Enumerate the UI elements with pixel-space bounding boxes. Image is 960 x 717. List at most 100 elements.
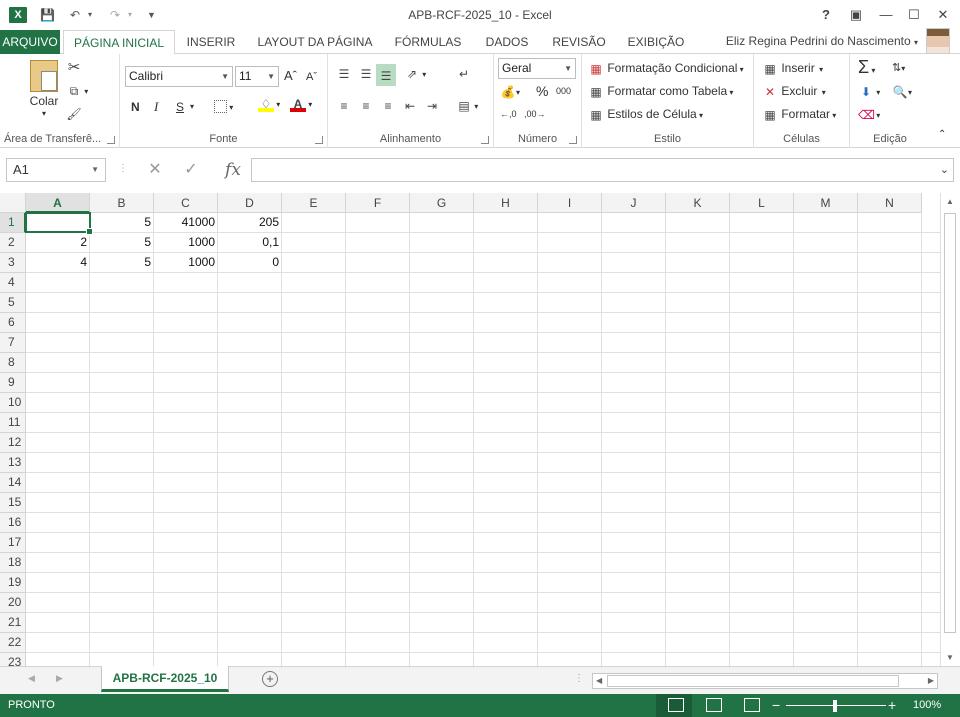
align-left-icon[interactable]: ≡ xyxy=(336,96,352,114)
tab-view[interactable]: EXIBIÇÃO xyxy=(620,30,692,54)
collapse-ribbon-icon[interactable]: ⌃ xyxy=(938,126,946,144)
underline-button[interactable]: S xyxy=(176,98,184,116)
zoom-out-icon[interactable]: − xyxy=(772,694,780,717)
column-header-h[interactable]: H xyxy=(474,193,538,213)
tab-insert[interactable]: INSERIR xyxy=(180,30,242,54)
alignment-launcher-icon[interactable] xyxy=(481,136,489,144)
format-cells-button[interactable]: ▦ Formatar ▾ xyxy=(762,105,836,125)
next-sheet-icon[interactable]: ▶ xyxy=(56,673,63,684)
copy-icon[interactable]: ⧉ ▾ xyxy=(66,81,89,101)
font-size-select[interactable]: 11 ▼ xyxy=(235,66,279,87)
row-header-15[interactable]: 15 xyxy=(0,493,26,513)
vertical-scrollbar[interactable]: ▲ ▼ xyxy=(940,193,960,666)
tab-split-icon[interactable]: ⋮ xyxy=(574,673,584,684)
autosum-icon[interactable]: Σ ▾ xyxy=(858,58,875,80)
cell-c2[interactable]: 1000 xyxy=(154,233,218,253)
font-launcher-icon[interactable] xyxy=(315,136,323,144)
close-icon[interactable]: ✕ xyxy=(932,5,954,25)
row-header-14[interactable]: 14 xyxy=(0,473,26,493)
align-middle-icon[interactable]: ☰ xyxy=(358,64,374,82)
zoom-level[interactable]: 100% xyxy=(913,694,941,717)
bold-button[interactable]: N xyxy=(131,98,140,116)
add-sheet-icon[interactable]: + xyxy=(262,671,278,687)
column-header-b[interactable]: B xyxy=(90,193,154,213)
minimize-icon[interactable]: — xyxy=(875,5,897,25)
align-center-icon[interactable]: ≡ xyxy=(358,96,374,114)
column-header-k[interactable]: K xyxy=(666,193,730,213)
find-select-icon[interactable]: 🔍▾ xyxy=(892,82,913,102)
column-header-l[interactable]: L xyxy=(730,193,794,213)
row-header-3[interactable]: 3 xyxy=(0,253,26,273)
scroll-right-icon[interactable]: ▶ xyxy=(928,676,934,685)
more-options-icon[interactable]: ⋮ xyxy=(118,163,128,174)
ribbon-display-icon[interactable]: ▣ xyxy=(845,5,867,25)
row-header-10[interactable]: 10 xyxy=(0,393,26,413)
conditional-formatting-button[interactable]: ▦ Formatação Condicional ▾ xyxy=(588,59,743,79)
align-right-icon[interactable]: ≡ xyxy=(380,96,396,114)
decrease-decimal-icon[interactable]: ,00→ xyxy=(524,105,546,123)
row-header-7[interactable]: 7 xyxy=(0,333,26,353)
enter-icon[interactable]: ✓ xyxy=(176,158,206,182)
cut-icon[interactable]: ✂ xyxy=(66,58,82,76)
cell-b3[interactable]: 5 xyxy=(90,253,154,273)
increase-indent-icon[interactable]: ⇥ xyxy=(424,96,440,114)
cell-c1[interactable]: 41000 xyxy=(154,213,218,233)
row-header-18[interactable]: 18 xyxy=(0,553,26,573)
scroll-down-icon[interactable]: ▼ xyxy=(946,653,954,662)
row-header-6[interactable]: 6 xyxy=(0,313,26,333)
clear-icon[interactable]: ⌫ ▾ xyxy=(858,105,880,125)
sort-filter-icon[interactable]: ⇅▾ xyxy=(892,59,905,78)
column-header-d[interactable]: D xyxy=(218,193,282,213)
sheet-tab-active[interactable]: APB-RCF-2025_10 xyxy=(101,666,229,692)
horizontal-scrollbar[interactable]: ◀ ▶ xyxy=(592,673,938,689)
zoom-in-icon[interactable]: + xyxy=(888,694,896,717)
worksheet-grid[interactable]: ABCDEFGHIJKLMN 1 2 3 4 5 6 7 8 9 10 11 12 13 14 15 16 17… xyxy=(0,193,940,666)
underline-dropdown-icon[interactable]: ▾ xyxy=(190,98,194,116)
grow-font-icon[interactable]: Aˆ xyxy=(284,67,297,85)
italic-button[interactable]: I xyxy=(154,98,158,116)
format-as-table-button[interactable]: ▦ Formatar como Tabela ▾ xyxy=(588,82,733,102)
fill-color-icon[interactable]: ♢ ▾ xyxy=(258,94,280,114)
column-header-f[interactable]: F xyxy=(346,193,410,213)
column-header-m[interactable]: M xyxy=(794,193,858,213)
row-header-4[interactable]: 4 xyxy=(0,273,26,293)
horizontal-scroll-thumb[interactable] xyxy=(607,675,899,687)
cell-d2[interactable]: 0,1 xyxy=(218,233,282,253)
percent-button[interactable]: % xyxy=(536,82,548,100)
cell-b2[interactable]: 5 xyxy=(90,233,154,253)
shrink-font-icon[interactable]: Aˇ xyxy=(306,68,317,86)
decrease-indent-icon[interactable]: ⇤ xyxy=(402,96,418,114)
prev-sheet-icon[interactable]: ◀ xyxy=(28,673,35,684)
column-header-i[interactable]: I xyxy=(538,193,602,213)
row-header-22[interactable]: 22 xyxy=(0,633,26,653)
clipboard-launcher-icon[interactable] xyxy=(107,136,115,144)
font-name-select[interactable]: Calibri ▼ xyxy=(125,66,233,87)
cell-d3[interactable]: 0 xyxy=(218,253,282,273)
cell-styles-button[interactable]: ▦ Estilos de Célula ▾ xyxy=(588,105,703,125)
tab-file[interactable]: ARQUIVO xyxy=(0,30,60,54)
number-launcher-icon[interactable] xyxy=(569,136,577,144)
paste-button[interactable]: Colar ▾ xyxy=(26,60,62,122)
normal-view-icon[interactable] xyxy=(668,698,684,712)
cell-b1[interactable]: 5 xyxy=(90,213,154,233)
cell-d1[interactable]: 205 xyxy=(218,213,282,233)
column-header-c[interactable]: C xyxy=(154,193,218,213)
user-name[interactable]: Eliz Regina Pedrini do Nascimento ▾ xyxy=(726,30,918,54)
row-header-21[interactable]: 21 xyxy=(0,613,26,633)
tab-home[interactable]: PÁGINA INICIAL xyxy=(63,30,175,55)
row-header-5[interactable]: 5 xyxy=(0,293,26,313)
delete-cells-button[interactable]: ✕ Excluir ▾ xyxy=(762,82,826,102)
column-header-a[interactable]: A xyxy=(26,193,90,213)
merge-center-icon[interactable]: ▤ ▾ xyxy=(456,96,478,116)
row-header-11[interactable]: 11 xyxy=(0,413,26,433)
insert-cells-button[interactable]: ▦ Inserir ▾ xyxy=(762,59,823,79)
row-header-2[interactable]: 2 xyxy=(0,233,26,253)
name-box[interactable]: A1 ▼ xyxy=(6,158,106,182)
align-top-icon[interactable]: ☰ xyxy=(336,64,352,82)
tab-review[interactable]: REVISÃO xyxy=(546,30,612,54)
row-header-8[interactable]: 8 xyxy=(0,353,26,373)
tab-page-layout[interactable]: LAYOUT DA PÁGINA xyxy=(250,30,380,54)
row-header-12[interactable]: 12 xyxy=(0,433,26,453)
formula-input[interactable]: ⌄ xyxy=(251,158,954,182)
column-header-j[interactable]: J xyxy=(602,193,666,213)
